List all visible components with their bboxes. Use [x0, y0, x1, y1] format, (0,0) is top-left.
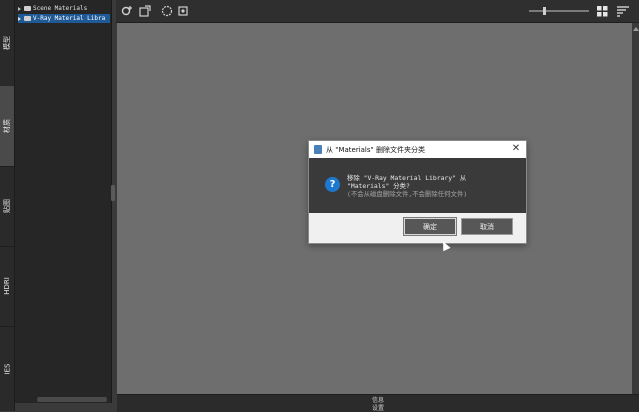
tree-item-label: V-Ray Material Libra — [33, 15, 106, 22]
ok-button[interactable]: 确定 — [403, 217, 457, 236]
tab-ies[interactable]: IES — [0, 326, 14, 411]
add-material-icon[interactable] — [120, 4, 133, 18]
tab-models[interactable]: 模型 — [0, 0, 14, 87]
close-icon[interactable]: ✕ — [510, 142, 522, 156]
sort-icon[interactable] — [616, 4, 629, 18]
folder-icon — [24, 6, 31, 11]
vertical-scrollbar[interactable] — [632, 23, 639, 394]
settings-icon[interactable] — [176, 4, 189, 18]
tree-item-label: Scene Materials — [33, 5, 88, 12]
import-icon[interactable] — [138, 4, 151, 18]
tab-models-label: 模型 — [3, 36, 11, 50]
left-tab-rail: 模型 材质 贴图 HDRI IES — [0, 0, 15, 411]
folder-icon — [24, 16, 31, 21]
palette-icon[interactable] — [160, 4, 173, 18]
cancel-button[interactable]: 取消 — [461, 218, 513, 235]
slider-knob[interactable] — [543, 7, 547, 15]
tab-materials[interactable]: 材质 — [0, 86, 14, 167]
message-line-2: "Materials" 分类? — [347, 182, 410, 190]
dialog-button-bar: 确定 取消 — [309, 213, 526, 243]
tab-hdri-label: HDRI — [3, 277, 11, 295]
toolbar — [116, 0, 639, 23]
panel-splitter-handle[interactable] — [111, 185, 115, 201]
tree-item-scene-materials[interactable]: Scene Materials — [18, 4, 106, 13]
scroll-up-arrow-icon[interactable] — [633, 27, 639, 31]
grid-view-icon[interactable] — [596, 4, 609, 18]
message-line-3: (不会从磁盘删除文件,不会删除任何文件) — [347, 190, 468, 198]
remove-folder-dialog: 从 "Materials" 删除文件夹分类 ✕ ? 移除 "V-Ray Mate… — [308, 140, 527, 244]
tab-materials-label: 材质 — [3, 119, 11, 133]
tab-textures[interactable]: 贴图 — [0, 166, 14, 247]
question-icon: ? — [325, 177, 340, 192]
tree-horizontal-scrollbar[interactable] — [37, 397, 107, 402]
tab-hdri[interactable]: HDRI — [0, 246, 14, 327]
dialog-message: 移除 "V-Ray Material Library" 从 "Materials… — [347, 174, 467, 198]
dialog-title: 从 "Materials" 删除文件夹分类 — [326, 146, 425, 154]
dialog-body: ? 移除 "V-Ray Material Library" 从 "Materia… — [309, 158, 526, 213]
expand-arrow-icon[interactable] — [18, 6, 21, 11]
tab-textures-label: 贴图 — [3, 199, 11, 213]
thumbnail-size-slider[interactable] — [529, 7, 589, 15]
tree-item-vray-material-library[interactable]: V-Ray Material Libra — [18, 14, 110, 23]
category-tree: Scene Materials V-Ray Material Libra — [15, 0, 112, 403]
dialog-title-bar: 从 "Materials" 删除文件夹分类 ✕ — [309, 141, 526, 158]
expand-arrow-icon[interactable] — [18, 16, 21, 21]
vray-app-icon — [314, 145, 322, 154]
bottom-panels: 信息 设置 — [117, 394, 639, 412]
message-line-1: 移除 "V-Ray Material Library" 从 — [347, 174, 467, 182]
tab-ies-label: IES — [3, 363, 11, 374]
